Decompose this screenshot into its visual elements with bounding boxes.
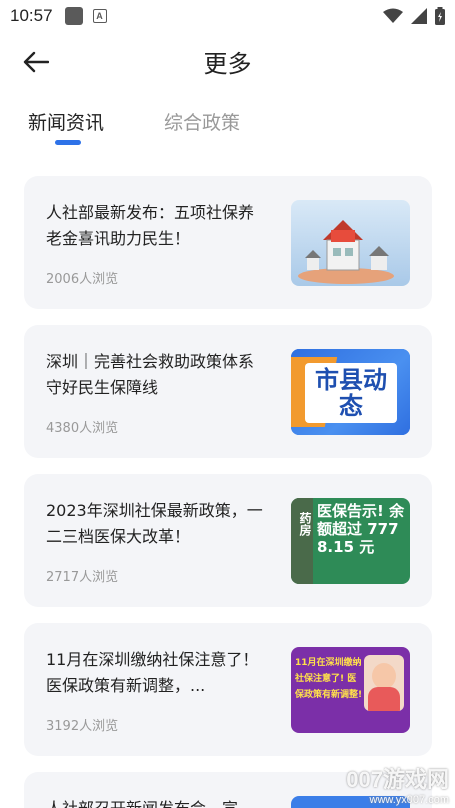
status-bar: 10:57 A [0,0,455,32]
news-thumbnail [291,200,410,286]
news-view-count: 4380人浏览 [46,421,119,436]
thumbnail-caption: 医保告示! 余额超过 7778.15 元 [317,502,405,556]
news-view-count: 3192人浏览 [46,719,119,734]
news-card[interactable]: 2023年深圳社保最新政策，一二三档医保大改革！ 2717人浏览 药房 医保告示… [24,474,432,607]
watermark-brand: 007游戏网 [346,767,449,792]
app-header: 更多 [0,36,455,86]
watermark-url: www.yx007.com [369,794,449,806]
news-title: 人社部最新发布：五项社保养老金喜讯助力民生！ [46,203,255,248]
thumbnail-side-caption: 药房 [298,512,312,536]
battery-icon [435,7,445,25]
child-photo [364,655,404,711]
signal-icon [411,8,427,24]
news-thumbnail: 11月在深圳缴纳社保注意了! 医保政策有新调整! [291,647,410,733]
news-title: 11月在深圳缴纳社保注意了！医保政策有新调整，... [46,650,259,695]
watermark: 007游戏网 www.yx007.com [346,762,449,806]
app-notification-icon: A [92,9,107,23]
news-thumbnail: 药房 医保告示! 余额超过 7778.15 元 [291,498,410,584]
tab-bar: 新闻资讯 综合政策 [0,104,455,154]
news-view-count: 2717人浏览 [46,570,119,585]
page-title: 更多 [203,50,252,78]
thumbnail-caption: 11月在深圳缴纳社保注意了! 医保政策有新调整! [295,658,363,700]
status-time: 10:57 [10,6,53,25]
news-view-count: 2006人浏览 [46,272,119,287]
news-title: 深圳｜完善社会救助政策体系 守好民生保障线 [46,352,255,397]
news-card[interactable]: 深圳｜完善社会救助政策体系 守好民生保障线 4380人浏览 市县动态 [24,325,432,458]
news-list: 人社部最新发布：五项社保养老金喜讯助力民生！ 2006人浏览 深圳｜完善社会救助… [24,176,432,808]
tab-news[interactable]: 新闻资讯 [28,108,104,135]
news-card[interactable]: 人社部最新发布：五项社保养老金喜讯助力民生！ 2006人浏览 [24,176,432,309]
notification-icon [64,7,83,25]
tab-policy[interactable]: 综合政策 [164,108,240,135]
news-title: 2023年深圳社保最新政策，一二三档医保大改革！ [46,501,263,546]
active-tab-indicator [55,140,81,145]
news-title: 人社部召开新闻发布会，宣 [46,796,268,808]
pension-houses-image [291,200,410,286]
thumbnail-caption: 市县动态 [315,366,387,420]
news-thumbnail: 市县动态 [291,349,410,435]
wifi-icon [383,8,403,23]
news-card[interactable]: 11月在深圳缴纳社保注意了！医保政策有新调整，... 3192人浏览 11月在深… [24,623,432,756]
